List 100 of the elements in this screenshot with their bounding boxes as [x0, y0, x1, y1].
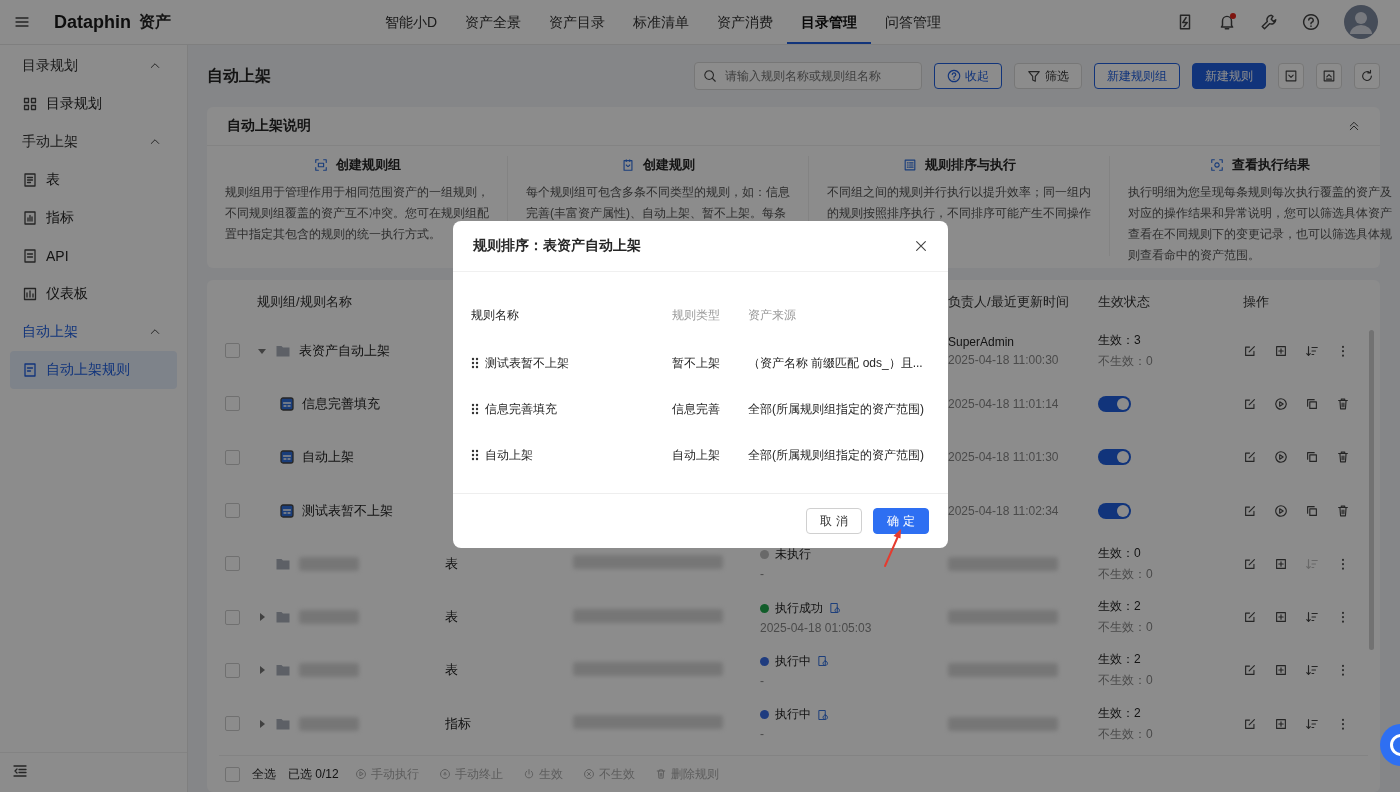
collapse-icon[interactable]	[1348, 120, 1360, 132]
edit-icon[interactable]	[1243, 556, 1257, 571]
caret-icon[interactable]	[257, 612, 267, 623]
search-field[interactable]: 请输入规则名称或规则组名称	[694, 62, 922, 90]
checkbox[interactable]	[225, 396, 240, 412]
checkbox[interactable]	[225, 343, 240, 359]
sidebar-section-header[interactable]: 手动上架	[22, 133, 78, 151]
table-cell-text: 指标	[445, 714, 472, 733]
checkbox[interactable]	[225, 449, 240, 465]
selected-count: 已选 0/12	[288, 765, 339, 783]
checkbox[interactable]	[225, 766, 240, 782]
edit-icon[interactable]	[1243, 663, 1257, 678]
update-time: 2025-04-18 11:01:14	[948, 396, 1060, 411]
grid-icon	[22, 96, 38, 112]
document-icon	[22, 248, 38, 264]
sidebar-item[interactable]: 仪表板	[10, 275, 177, 313]
trash-icon[interactable]	[1336, 450, 1350, 465]
dashboard-icon	[22, 286, 38, 302]
power-icon	[522, 768, 535, 780]
download-icon-button[interactable]	[1278, 63, 1304, 89]
toggle-switch[interactable]	[1098, 502, 1131, 519]
drag-handle-icon[interactable]	[471, 402, 479, 416]
filter-icon	[1027, 69, 1041, 83]
close-icon[interactable]	[914, 239, 928, 253]
log-icon[interactable]	[829, 602, 841, 615]
nav-tab[interactable]: 目录管理	[787, 0, 872, 44]
rule-name[interactable]: 自动上架	[302, 448, 354, 467]
sidebar-item[interactable]: API	[10, 237, 177, 275]
cancel-button[interactable]: 取 消	[806, 508, 862, 534]
sort-icon[interactable]	[1305, 343, 1319, 358]
new-button[interactable]: 新建规则	[1192, 63, 1266, 89]
trash-icon[interactable]	[1336, 503, 1350, 518]
sidebar-item[interactable]: 指标	[10, 199, 177, 237]
nav-tab[interactable]: 资产消费	[703, 0, 788, 44]
copy-icon[interactable]	[1305, 396, 1319, 411]
ineffective-count: 不生效：0	[1098, 672, 1154, 690]
copy-icon[interactable]	[1305, 503, 1319, 518]
nav-tab[interactable]: 标准清单	[619, 0, 704, 44]
copy-icon[interactable]	[1305, 450, 1319, 465]
trash-icon	[654, 768, 667, 780]
collapse-sidebar-icon[interactable]	[12, 763, 28, 779]
edit-icon[interactable]	[1243, 716, 1257, 731]
card-text: 完善(丰富资产属性)、自动上架、暂不上架。每条	[526, 205, 787, 222]
checkbox[interactable]	[225, 503, 240, 519]
help-icon[interactable]	[1302, 13, 1320, 31]
sidebar-section-header[interactable]: 目录规划	[22, 57, 78, 75]
toggle-switch[interactable]	[1098, 395, 1131, 412]
sidebar-section-header[interactable]: 自动上架	[22, 323, 78, 341]
menu-icon[interactable]	[14, 14, 30, 30]
edit-icon[interactable]	[1243, 610, 1257, 625]
caret-icon[interactable]	[257, 665, 267, 676]
new-button[interactable]: 新建规则组	[1094, 63, 1180, 89]
card-text: 对应的操作结果和异常说明，您可以筛选具体资产	[1128, 205, 1392, 222]
checkbox[interactable]	[225, 716, 240, 732]
confirm-button[interactable]: 确 定	[873, 508, 929, 534]
sort-icon[interactable]	[1305, 663, 1319, 678]
log-icon[interactable]	[817, 655, 829, 668]
notification-bell-icon[interactable]	[1218, 13, 1236, 31]
sort-icon[interactable]	[1305, 610, 1319, 625]
nav-tab[interactable]: 资产全景	[451, 0, 536, 44]
page-title: 自动上架	[207, 65, 271, 86]
sidebar-item[interactable]: 表	[10, 161, 177, 199]
drag-handle-icon[interactable]	[471, 356, 479, 370]
avatar[interactable]	[1344, 5, 1378, 39]
nav-tab[interactable]: 问答管理	[871, 0, 956, 44]
rule-name[interactable]: 测试表暂不上架	[302, 501, 393, 520]
folder-icon	[275, 609, 291, 626]
filter-button[interactable]: 筛选	[1014, 63, 1082, 89]
document-icon	[22, 172, 38, 188]
caret-icon[interactable]	[257, 718, 267, 729]
log-icon[interactable]	[817, 708, 829, 721]
sidebar-item[interactable]: 目录规划	[10, 85, 177, 123]
checkbox[interactable]	[225, 609, 240, 625]
refresh-icon-button[interactable]	[1354, 63, 1380, 89]
card-text: 规则组用于管理作用于相同范围资产的一组规则，	[225, 184, 489, 201]
search-input[interactable]: 请输入规则名称或规则组名称	[723, 68, 907, 84]
nav-tab[interactable]: 资产目录	[535, 0, 620, 44]
edit-icon[interactable]	[1243, 396, 1257, 411]
nav-tab[interactable]: 智能小D	[371, 0, 452, 44]
column-header: 规则名称	[471, 306, 520, 324]
intro-title: 自动上架说明	[227, 117, 311, 135]
drag-handle-icon[interactable]	[471, 448, 479, 462]
wrench-icon[interactable]	[1260, 13, 1278, 31]
rule-name[interactable]: 信息完善填充	[302, 394, 380, 413]
asset-source: 全部(所属规则组指定的资产范围)	[748, 446, 925, 464]
collapse-button[interactable]: 收起	[934, 63, 1002, 89]
toggle-switch[interactable]	[1098, 449, 1131, 466]
sidebar-item[interactable]: 自动上架规则	[10, 351, 177, 389]
rule-name[interactable]: 表资产自动上架	[299, 341, 390, 360]
checkbox[interactable]	[225, 662, 240, 678]
edit-icon[interactable]	[1243, 503, 1257, 518]
upload-icon-button[interactable]	[1316, 63, 1342, 89]
checkbox[interactable]	[225, 556, 240, 572]
edit-icon[interactable]	[1243, 450, 1257, 465]
product-name: 资产	[139, 11, 171, 32]
trash-icon[interactable]	[1336, 396, 1350, 411]
update-time: 2025-04-18 11:00:30	[948, 352, 1060, 367]
sort-icon[interactable]	[1305, 716, 1319, 731]
scrollbar[interactable]	[1369, 330, 1374, 650]
edit-icon[interactable]	[1243, 343, 1257, 358]
